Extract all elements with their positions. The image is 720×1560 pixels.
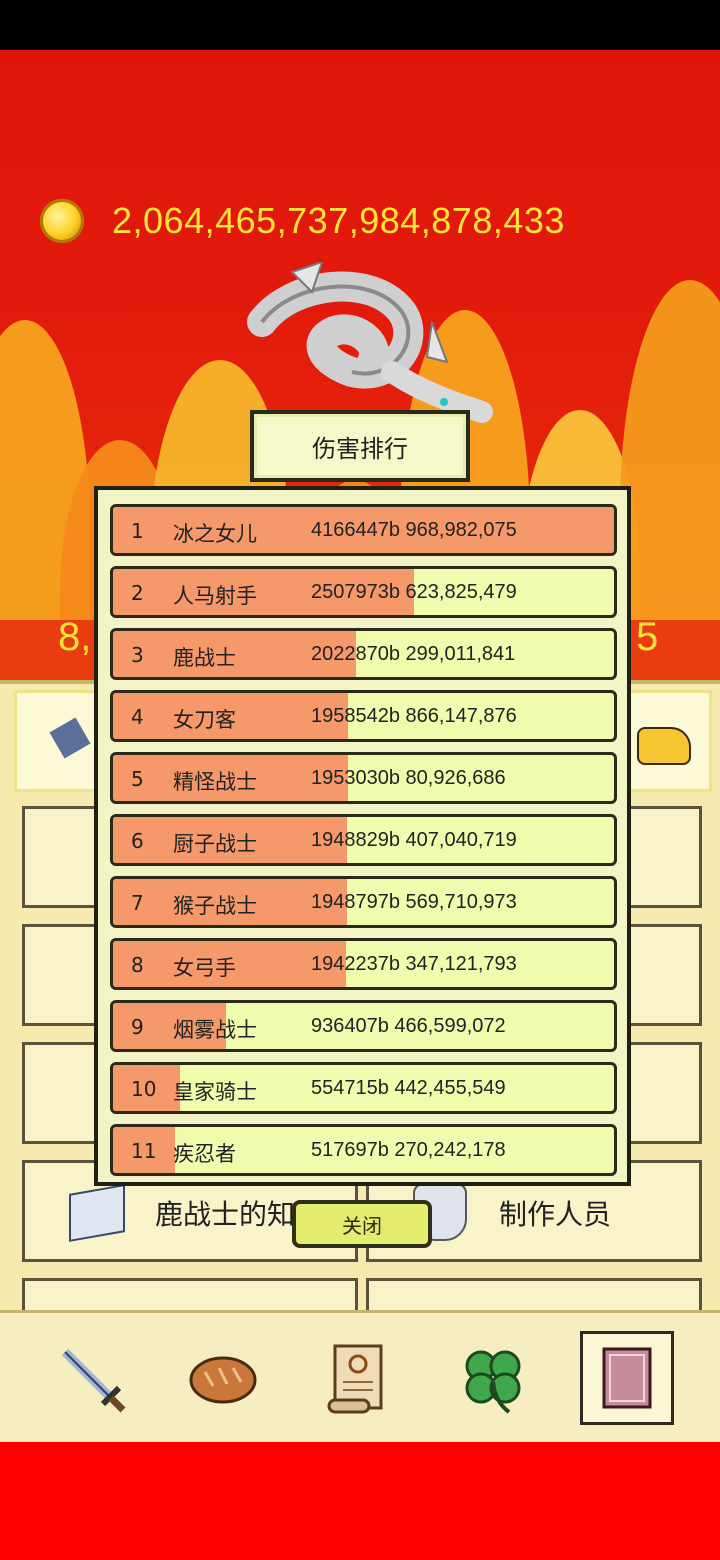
damage-value: 1953030b 80,926,686 bbox=[311, 767, 506, 789]
hero-name: 女刀客 bbox=[173, 708, 236, 732]
hero-name: 厨子战士 bbox=[173, 832, 257, 856]
nav-sword-button[interactable] bbox=[44, 1331, 138, 1425]
ranking-row: 10 皇家骑士 554715b 442,455,549 bbox=[110, 1062, 617, 1114]
damage-value: 1948829b 407,040,719 bbox=[311, 829, 517, 851]
damage-value: 1958542b 866,147,876 bbox=[311, 705, 517, 727]
damage-value: 4166447b 968,982,075 bbox=[311, 519, 517, 541]
ranking-row: 6 厨子战士 1948829b 407,040,719 bbox=[110, 814, 617, 866]
hero-name: 疾忍者 bbox=[173, 1142, 236, 1166]
hero-name: 皇家骑士 bbox=[173, 1080, 257, 1104]
ranking-row: 7 猴子战士 1948797b 569,710,973 bbox=[110, 876, 617, 928]
damage-value: 554715b 442,455,549 bbox=[311, 1077, 506, 1099]
stat-number-left: 8, bbox=[58, 615, 92, 659]
hero-icon bbox=[49, 717, 91, 759]
rank-number: 9 bbox=[131, 1015, 144, 1039]
nav-scroll-button[interactable] bbox=[312, 1331, 406, 1425]
ranking-row: 11 疾忍者 517697b 270,242,178 bbox=[110, 1124, 617, 1176]
close-button[interactable]: 关闭 bbox=[292, 1200, 432, 1248]
hero-name: 女弓手 bbox=[173, 956, 236, 980]
damage-value: 517697b 270,242,178 bbox=[311, 1139, 506, 1161]
dialog-title: 伤害排行 bbox=[312, 434, 408, 463]
rank-number: 7 bbox=[131, 891, 144, 915]
ranking-row: 1 冰之女儿 4166447b 968,982,075 bbox=[110, 504, 617, 556]
nav-clover-button[interactable] bbox=[446, 1331, 540, 1425]
ranking-row: 5 精怪战士 1953030b 80,926,686 bbox=[110, 752, 617, 804]
book-icon bbox=[602, 1347, 652, 1409]
clover-icon bbox=[465, 1350, 521, 1414]
gold-counter: 2,064,465,737,984,878,433 bbox=[40, 198, 565, 244]
nav-bread-button[interactable] bbox=[176, 1331, 270, 1425]
nav-book-button[interactable] bbox=[580, 1331, 674, 1425]
rank-number: 2 bbox=[131, 581, 144, 605]
rank-number: 11 bbox=[131, 1139, 157, 1163]
hero-name: 猴子战士 bbox=[173, 894, 257, 918]
rank-number: 1 bbox=[131, 519, 144, 543]
hero-name: 冰之女儿 bbox=[173, 522, 257, 546]
cheese-icon bbox=[637, 727, 691, 765]
hero-name: 人马射手 bbox=[173, 584, 257, 608]
damage-value: 936407b 466,599,072 bbox=[311, 1015, 506, 1037]
hero-name: 精怪战士 bbox=[173, 770, 257, 794]
gold-amount: 2,064,465,737,984,878,433 bbox=[112, 200, 565, 241]
sword-icon bbox=[61, 1348, 126, 1413]
scroll-icon bbox=[327, 1344, 383, 1414]
damage-value: 1948797b 569,710,973 bbox=[311, 891, 517, 913]
hero-name: 烟雾战士 bbox=[173, 1018, 257, 1042]
damage-ranking-dialog: 1 冰之女儿 4166447b 968,982,075 2 人马射手 2507973b 6… bbox=[94, 486, 631, 1186]
rank-number: 4 bbox=[131, 705, 144, 729]
rank-number: 3 bbox=[131, 643, 144, 667]
status-bar bbox=[0, 0, 720, 50]
open-book-icon bbox=[69, 1184, 125, 1242]
ranking-row: 2 人马射手 2507973b 623,825,479 bbox=[110, 566, 617, 618]
dialog-title-box: 伤害排行 bbox=[250, 410, 470, 482]
ranking-row: 4 女刀客 1958542b 866,147,876 bbox=[110, 690, 617, 742]
ranking-row: 3 鹿战士 2022870b 299,011,841 bbox=[110, 628, 617, 680]
ranking-row: 9 烟雾战士 936407b 466,599,072 bbox=[110, 1000, 617, 1052]
stat-number-right: 5 bbox=[636, 615, 659, 659]
damage-value: 1942237b 347,121,793 bbox=[311, 953, 517, 975]
rank-number: 6 bbox=[131, 829, 144, 853]
damage-value: 2022870b 299,011,841 bbox=[311, 643, 516, 665]
ranking-row: 8 女弓手 1942237b 347,121,793 bbox=[110, 938, 617, 990]
rank-number: 5 bbox=[131, 767, 144, 791]
rank-number: 10 bbox=[131, 1077, 157, 1101]
credits-label: 制作人员 bbox=[499, 1198, 612, 1231]
gold-coin-icon bbox=[40, 199, 84, 243]
bottom-red-area bbox=[0, 1442, 720, 1560]
damage-value: 2507973b 623,825,479 bbox=[311, 581, 517, 603]
rank-number: 8 bbox=[131, 953, 144, 977]
bottom-nav bbox=[0, 1310, 720, 1445]
hero-name: 鹿战士 bbox=[173, 646, 236, 670]
bread-icon bbox=[189, 1356, 257, 1404]
